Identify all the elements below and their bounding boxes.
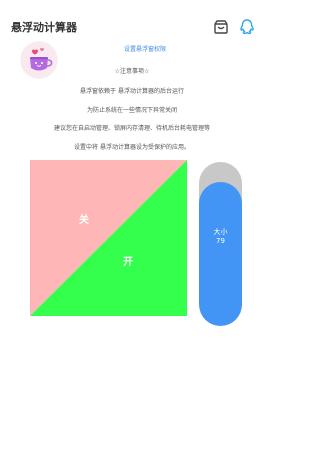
size-value: 79 — [216, 237, 225, 245]
toggle-on-label: 开 — [123, 257, 133, 268]
toggle-off-label: 关 — [79, 215, 89, 226]
size-readout: 大小 79 — [199, 228, 242, 246]
notes-heading: ☆注意事项☆ — [114, 68, 150, 75]
float-window-toggle[interactable]: 关 开 — [30, 160, 187, 316]
note-line: 悬浮窗依赖于 悬浮动计算器的后台运行 — [80, 88, 184, 95]
app-header: 悬浮动计算器 — [0, 0, 264, 44]
size-slider-fill — [199, 181, 242, 326]
size-label: 大小 — [213, 228, 228, 236]
note-line: 建议您在自启动管理、锁屏内存清理、待机后台耗电管理等 — [53, 125, 210, 132]
qq-icon[interactable] — [238, 18, 256, 36]
app-title: 悬浮动计算器 — [11, 21, 77, 34]
store-icon[interactable] — [212, 18, 230, 36]
set-overlay-permission-link[interactable]: 设置悬浮窗权限 — [90, 46, 200, 54]
size-slider[interactable]: 大小 79 — [199, 162, 242, 326]
note-line: 为防止系统在一些情况下异常关闭 — [86, 107, 177, 114]
note-line: 设置中将 悬浮动计算器设为受保护的应用。 — [74, 144, 190, 151]
